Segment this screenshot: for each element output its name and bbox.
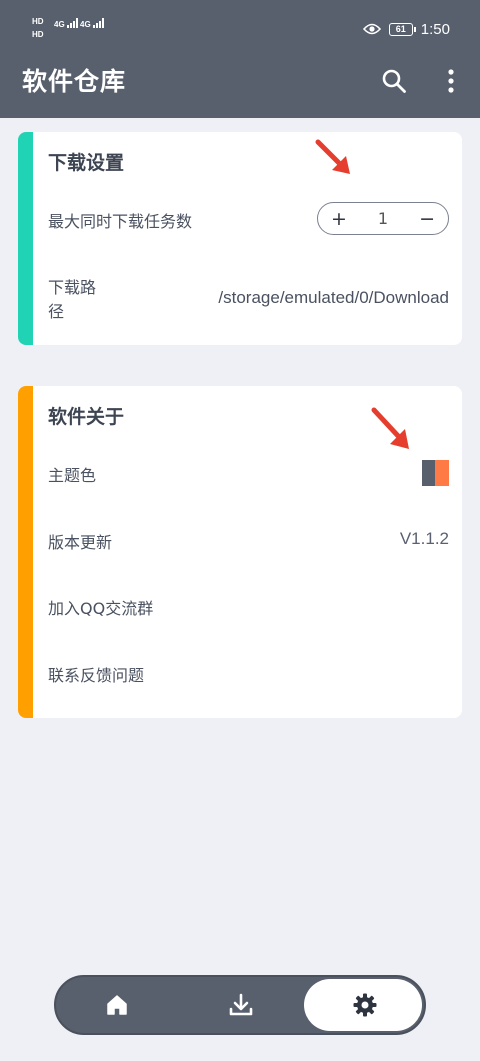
card-accent-bar bbox=[18, 132, 33, 345]
decrement-button[interactable]: − bbox=[419, 208, 435, 230]
nav-download[interactable] bbox=[210, 977, 272, 1033]
theme-color-swatch[interactable] bbox=[422, 460, 449, 486]
hd-indicator-2: HD bbox=[32, 30, 44, 39]
more-vert-icon bbox=[448, 69, 454, 93]
hd-indicator-1: HD bbox=[32, 17, 44, 26]
signal-1: 4G bbox=[54, 18, 79, 29]
download-path-label[interactable]: 下载路 径 bbox=[48, 276, 96, 324]
page-title: 软件仓库 bbox=[22, 67, 127, 96]
download-settings-card: 下载设置 最大同时下载任务数 + 1 − 下载路 径 /storage/emul… bbox=[18, 132, 462, 345]
stepper-value: 1 bbox=[377, 209, 389, 228]
search-icon bbox=[382, 69, 406, 93]
max-tasks-label: 最大同时下载任务数 bbox=[48, 212, 193, 231]
battery-indicator: 61 bbox=[388, 22, 416, 36]
nav-settings[interactable] bbox=[306, 977, 424, 1033]
theme-color-accent bbox=[435, 460, 449, 486]
download-path-label-line1: 下载路 bbox=[48, 278, 97, 297]
annotation-arrow-icon bbox=[315, 139, 350, 174]
more-options-button[interactable] bbox=[434, 64, 468, 98]
download-settings-title: 下载设置 bbox=[48, 152, 125, 174]
signal-bars-icon bbox=[92, 18, 104, 28]
max-tasks-stepper: + 1 − bbox=[317, 202, 449, 235]
download-path-label-line2: 径 bbox=[48, 302, 65, 321]
signal-2: 4G bbox=[80, 18, 105, 29]
feedback-item[interactable]: 联系反馈问题 bbox=[48, 662, 144, 686]
join-qq-group-item[interactable]: 加入QQ交流群 bbox=[48, 595, 153, 619]
theme-color-primary bbox=[422, 460, 435, 486]
theme-color-label: 主题色 bbox=[48, 466, 97, 485]
search-button[interactable] bbox=[377, 64, 411, 98]
annotation-arrow-icon bbox=[371, 407, 409, 449]
card-accent-bar bbox=[18, 386, 33, 718]
about-title: 软件关于 bbox=[48, 406, 125, 428]
home-icon bbox=[107, 995, 127, 1015]
status-right: 61 1:50 bbox=[362, 18, 450, 40]
hd-indicators: HD HD bbox=[32, 17, 44, 40]
download-path-value: /storage/emulated/0/Download bbox=[218, 288, 449, 307]
signal-bars-icon bbox=[66, 18, 78, 28]
download-icon bbox=[229, 993, 253, 1016]
eye-icon bbox=[362, 23, 381, 35]
nav-home[interactable] bbox=[86, 977, 148, 1033]
increment-button[interactable]: + bbox=[331, 208, 347, 230]
app-bar: HD HD 4G 4G 61 1:50 软件仓库 bbox=[0, 0, 480, 118]
bottom-navigation bbox=[54, 975, 426, 1035]
version-value: V1.1.2 bbox=[399, 529, 449, 548]
settings-icon bbox=[353, 993, 377, 1017]
version-update-label[interactable]: 版本更新 bbox=[48, 529, 112, 553]
status-bar: HD HD 4G 4G 61 1:50 bbox=[0, 0, 480, 58]
status-time: 1:50 bbox=[420, 20, 450, 38]
